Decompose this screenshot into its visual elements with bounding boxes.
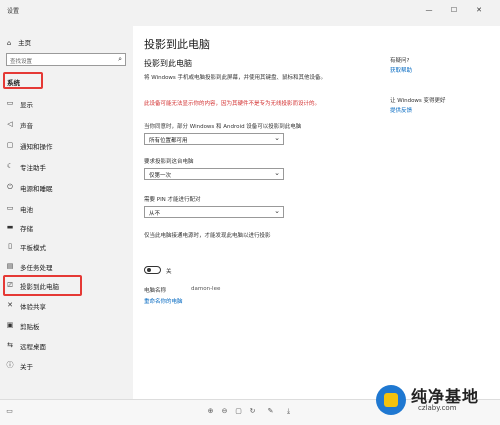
sidebar-item-shared-experiences[interactable]: ✕ 体验共享 [0,296,133,314]
battery-icon: ▭ [6,204,14,212]
fit-screen-icon[interactable]: ▢ [234,407,243,415]
sidebar-home-label: 主页 [18,39,32,47]
sidebar-item-label: 通知和操作 [20,143,53,151]
sidebar-item-label: 声音 [20,122,33,130]
setting1-label: 当你同意时，部分 Windows 和 Android 设备可以投影到此电脑 [144,124,302,130]
sidebar-item-label: 电源和睡眠 [20,185,53,193]
chevron-down-icon: ⌄ [274,134,280,142]
zoom-in-icon[interactable]: ⊕ [206,407,215,415]
sidebar-home[interactable]: ⌂ 主页 [7,37,31,47]
setting2-label: 要求投影到这台电脑 [144,159,194,165]
sidebar-item-label: 远程桌面 [20,343,46,351]
tablet-icon: ▯ [8,242,12,250]
moon-icon: ☾ [6,162,14,170]
sidebar-item-label: 显示 [20,101,33,109]
notification-icon: ▢ [6,141,14,149]
rotate-icon[interactable]: ↻ [248,407,257,415]
main-content: 投影到此电脑 投影到此电脑 将 Windows 手机或电脑投影到此屏幕，并使用其… [133,26,500,399]
window-title: 设置 [7,8,20,15]
description-text: 将 Windows 手机或电脑投影到此屏幕，并使用其键盘、鼠标和其他设备。 [144,75,327,81]
sidebar-item-sound[interactable]: ◁ 声音 [0,115,133,133]
settings-window: 设置 — ☐ ✕ ⌂ 主页 查找设置 ⌕ 系统 ▭ 显示 ◁ 声音 ▢ 通知和操… [0,0,500,425]
sidebar-item-tablet[interactable]: ▯ 平板模式 [0,237,133,255]
sidebar-item-label: 体验共享 [20,303,46,311]
sidebar-item-multitasking[interactable]: ▤ 多任务处理 [0,257,133,275]
monitor-icon[interactable]: ▭ [5,407,14,415]
search-input[interactable]: 查找设置 ⌕ [6,53,126,66]
multitask-icon: ▤ [6,262,14,270]
sidebar-item-label: 电池 [20,206,33,214]
download-icon[interactable]: ⤓ [284,407,293,416]
request-dropdown[interactable]: 仅第一次 ⌄ [144,168,284,180]
speaker-icon: ◁ [7,120,13,128]
chevron-down-icon: ⌄ [274,169,280,177]
toggle-state-label: 关 [166,269,172,275]
watermark-logo: 纯净基地 czlaby.com [376,380,498,422]
power-toggle[interactable] [144,266,161,274]
question-heading: 有疑问? [390,58,410,64]
sidebar-item-storage[interactable]: ▬ 存储 [0,218,133,236]
maximize-button[interactable]: ☐ [443,3,465,17]
home-icon: ⌂ [7,39,12,47]
sidebar-item-label: 专注助手 [20,164,46,172]
search-icon: ⌕ [118,55,122,63]
sidebar-item-label: 多任务处理 [20,264,53,272]
sidebar-item-power[interactable]: ⏻ 电源和睡眠 [0,178,133,196]
page-title: 投影到此电脑 [144,38,210,51]
sidebar-item-label: 剪贴板 [20,323,40,331]
pin-dropdown[interactable]: 从不 ⌄ [144,206,284,218]
clipboard-icon: ▣ [6,321,14,329]
warning-text: 此设备可能无法显示你的内容，因为其硬件不是专为无线投影而设计的。 [144,101,321,107]
sidebar-item-clipboard[interactable]: ▣ 剪贴板 [0,316,133,334]
remote-icon: ⇆ [7,341,13,349]
minimize-button[interactable]: — [418,3,440,17]
dropdown-value: 仅第一次 [149,173,172,179]
dropdown-value: 从不 [149,211,161,217]
close-button[interactable]: ✕ [468,3,490,17]
sidebar-item-display[interactable]: ▭ 显示 [0,94,133,112]
sidebar-item-focus[interactable]: ☾ 专注助手 [0,157,133,175]
storage-icon: ▬ [6,223,14,231]
sidebar-item-about[interactable]: ⓘ 关于 [0,356,133,374]
chevron-down-icon: ⌄ [274,207,280,215]
brand-logo-icon [376,385,406,415]
sidebar: ⌂ 主页 查找设置 ⌕ 系统 ▭ 显示 ◁ 声音 ▢ 通知和操作 ☾ 专注助手 … [0,26,133,399]
sidebar-item-battery[interactable]: ▭ 电池 [0,199,133,217]
sidebar-item-label: 存储 [20,225,33,233]
info-icon: ⓘ [6,361,14,369]
search-placeholder: 查找设置 [10,59,33,65]
highlight-box-system [3,72,43,89]
rename-pc-link[interactable]: 重命名你的电脑 [144,297,183,305]
sidebar-item-label: 关于 [20,363,33,371]
setting3-label: 需要 PIN 才能进行配对 [144,197,201,203]
power-setting-label: 仅当此电脑接通电源时，才能发现此电脑以进行投影 [144,233,271,239]
zoom-out-icon[interactable]: ⊖ [220,407,229,415]
availability-dropdown[interactable]: 所有位置都可用 ⌄ [144,133,284,145]
title-bar: 设置 — ☐ ✕ [0,0,500,26]
toggle-knob [147,268,151,272]
pc-name-value: damon-lee [191,286,221,292]
sidebar-item-notifications[interactable]: ▢ 通知和操作 [0,136,133,154]
feedback-link[interactable]: 提供反馈 [390,106,412,114]
display-icon: ▭ [6,99,14,107]
section-title: 投影到此电脑 [144,59,192,68]
power-icon: ⏻ [7,183,13,191]
pc-name-label: 电脑名称 [144,288,167,294]
improve-heading: 让 Windows 变得更好 [390,98,446,104]
brand-url: czlaby.com [418,404,457,412]
sidebar-item-remote-desktop[interactable]: ⇆ 远程桌面 [0,336,133,354]
get-help-link[interactable]: 获取帮助 [390,66,412,74]
share-icon: ✕ [7,301,13,309]
edit-icon[interactable]: ✎ [266,407,275,415]
sidebar-item-label: 平板模式 [20,244,46,252]
highlight-box-project [3,275,82,296]
dropdown-value: 所有位置都可用 [149,138,188,144]
